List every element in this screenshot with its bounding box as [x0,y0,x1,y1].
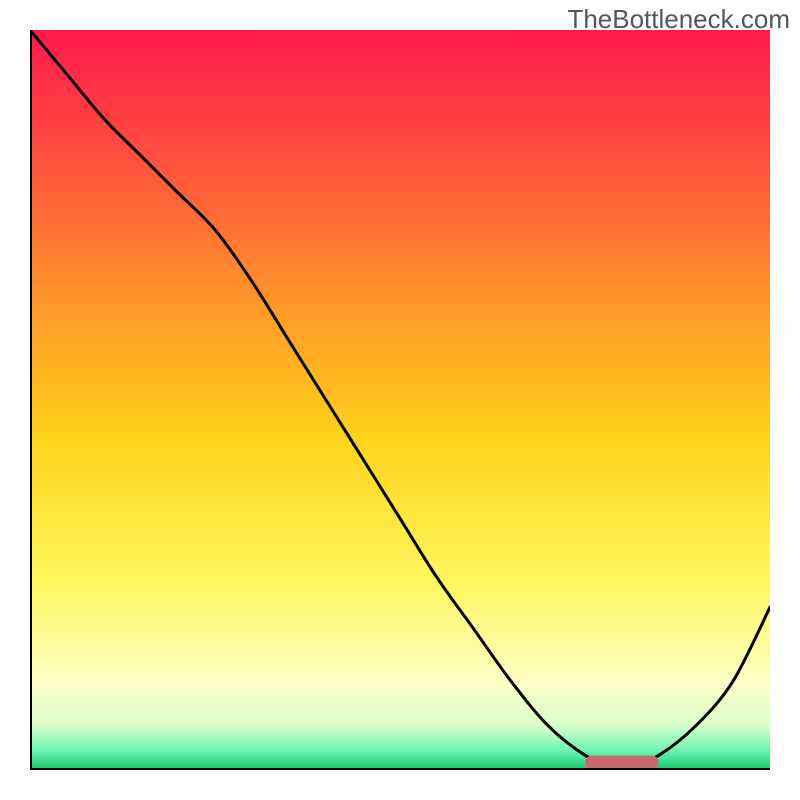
chart-svg [30,30,770,770]
gradient-background [30,30,770,770]
chart-frame: TheBottleneck.com [0,0,800,800]
optimal-marker [585,756,659,770]
bottleneck-chart [30,30,770,770]
watermark-text: TheBottleneck.com [567,4,790,35]
